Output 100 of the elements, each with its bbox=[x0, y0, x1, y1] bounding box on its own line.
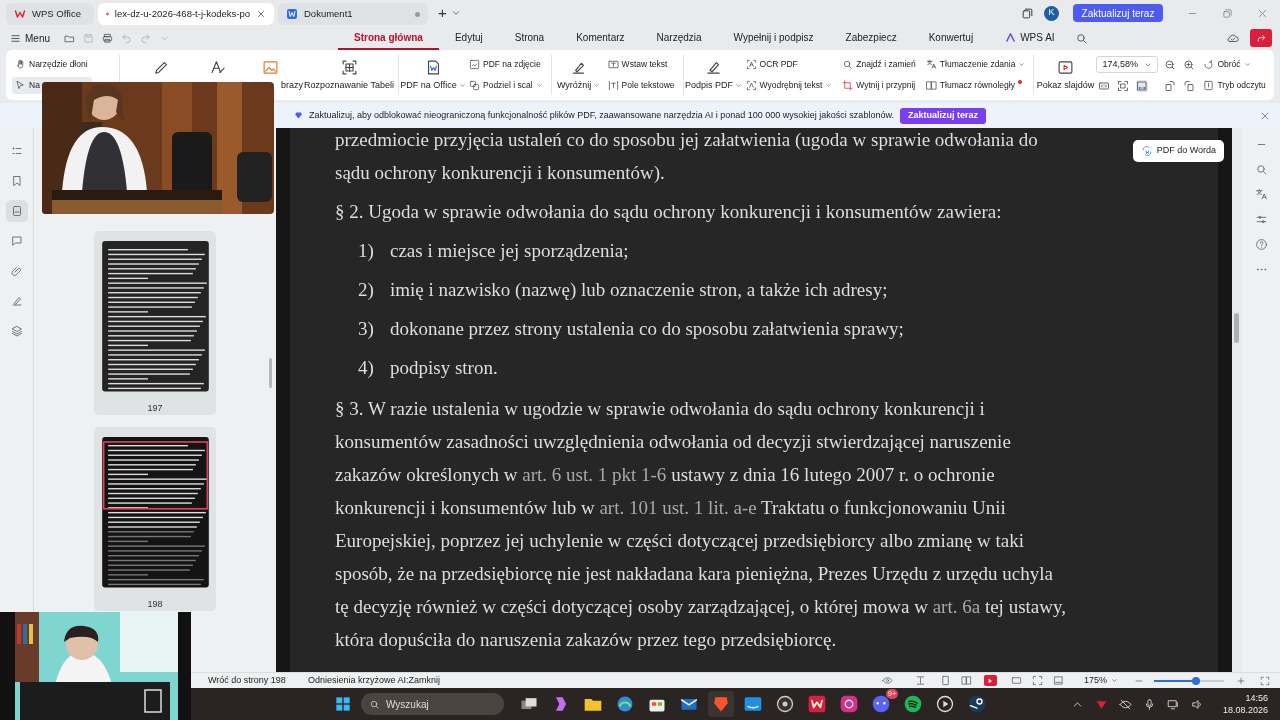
taskbar-search-field[interactable]: Wyszukaj bbox=[361, 693, 504, 715]
scrollbar-thumb[interactable] bbox=[1234, 313, 1239, 343]
close-icon[interactable] bbox=[1257, 7, 1268, 19]
zoom-out-icon[interactable] bbox=[1164, 59, 1177, 71]
ribbon-tab[interactable]: Konwertuj bbox=[912, 26, 990, 50]
ribbon-button[interactable]: Tryb odczytu bbox=[1200, 77, 1269, 94]
document-tab[interactable]: WPS Office bbox=[6, 3, 94, 25]
ribbon-button[interactable]: PDF na Office bbox=[402, 52, 464, 98]
cross-reference-link[interactable]: Odniesienia krzyżowe AI:Zamknij bbox=[307, 673, 440, 688]
menu-button[interactable]: Menu bbox=[10, 30, 50, 46]
music-app-icon[interactable] bbox=[903, 694, 923, 714]
sliders-icon[interactable] bbox=[1254, 213, 1268, 226]
upgrade-button[interactable]: Zaktualizuj teraz bbox=[1073, 4, 1163, 22]
thumbnail-card[interactable]: 198 bbox=[94, 427, 216, 611]
fit-page-icon[interactable] bbox=[1117, 79, 1130, 92]
zoom-in-icon[interactable] bbox=[1183, 59, 1196, 71]
ribbon-tab[interactable]: Narzędzia bbox=[640, 26, 718, 50]
fit-width-icon[interactable] bbox=[1136, 79, 1149, 92]
recorder-icon[interactable] bbox=[775, 694, 795, 714]
link[interactable]: art. 6a bbox=[932, 596, 981, 617]
hidden-eye-icon[interactable] bbox=[1118, 697, 1132, 711]
thumbnail-card[interactable]: 197 bbox=[94, 231, 216, 415]
start-icon[interactable] bbox=[335, 696, 351, 712]
ribbon-tab[interactable]: WPS AI bbox=[989, 26, 1071, 50]
window-stack-icon[interactable] bbox=[1021, 6, 1034, 20]
share-button[interactable] bbox=[1250, 29, 1272, 47]
ribbon-button[interactable]: Rozpoznawanie Tabeli bbox=[303, 52, 395, 98]
clock-time[interactable]: 14:56 bbox=[1245, 692, 1268, 704]
link[interactable]: art. 101 ust. 1 lit. a-e bbox=[599, 497, 757, 518]
browser-wave-icon[interactable] bbox=[615, 694, 635, 714]
fit-height-icon[interactable] bbox=[914, 675, 926, 686]
clock-date[interactable]: 18.08.2026 bbox=[1222, 704, 1268, 716]
play-circle-icon[interactable] bbox=[935, 694, 955, 714]
network-icon[interactable] bbox=[1166, 697, 1180, 711]
help-icon[interactable] bbox=[1254, 238, 1268, 251]
ribbon-button[interactable]: Wyodrębnij tekst bbox=[742, 77, 836, 94]
ribbon-button[interactable]: Wstaw tekst bbox=[604, 56, 678, 73]
caret-icon[interactable] bbox=[450, 8, 461, 18]
fullscreen-icon[interactable] bbox=[1260, 675, 1270, 686]
actual-size-icon[interactable] bbox=[1098, 79, 1111, 92]
play-button[interactable] bbox=[983, 675, 997, 686]
ribbon-button[interactable]: Pole tekstowe bbox=[604, 77, 678, 94]
close-icon[interactable] bbox=[256, 9, 266, 19]
search-icon[interactable] bbox=[1074, 31, 1088, 45]
upgrade-button[interactable]: Zaktualizuj teraz bbox=[899, 107, 986, 124]
ribbon-button[interactable]: Podpis PDF bbox=[686, 52, 741, 98]
ribbon-button[interactable]: Podziel i scal bbox=[466, 77, 546, 94]
chat-controller-icon[interactable] bbox=[871, 694, 891, 714]
search-icon[interactable] bbox=[1254, 163, 1268, 176]
back-to-page-link[interactable]: Wróć do strony 198 bbox=[208, 673, 286, 688]
zoom-field[interactable]: 174,58% bbox=[1096, 56, 1159, 73]
ribbon-button[interactable]: PDF na zdjęcie bbox=[466, 56, 546, 73]
lion-shield-icon[interactable] bbox=[711, 694, 731, 714]
viewport-frame[interactable] bbox=[102, 441, 208, 510]
two-page-icon[interactable] bbox=[960, 675, 972, 686]
ribbon-tab[interactable]: Zabezpiecz bbox=[829, 26, 913, 50]
video-app-icon[interactable] bbox=[743, 694, 763, 714]
ribbon-button[interactable]: Znajdź i zamień bbox=[839, 56, 919, 73]
text-style-icon[interactable] bbox=[209, 59, 227, 76]
document-tab[interactable]: lex-dz-u-2026-468-t-j-kodeks-po bbox=[98, 3, 274, 25]
rotate-left-icon[interactable] bbox=[1183, 80, 1196, 92]
ribbon-button[interactable]: OCR PDF bbox=[742, 56, 836, 73]
ribbon-button[interactable]: Wytnij i przypnij bbox=[839, 77, 919, 94]
fit-width-icon[interactable] bbox=[1052, 675, 1064, 686]
image-icon[interactable] bbox=[261, 59, 279, 76]
close-icon[interactable] bbox=[1260, 111, 1270, 121]
single-page-icon[interactable] bbox=[939, 675, 951, 686]
ribbon-button[interactable]: Tłumacz równoległy bbox=[922, 77, 1029, 94]
user-avatar[interactable]: K bbox=[1044, 5, 1059, 21]
ribbon-tab[interactable]: Komentarz bbox=[560, 26, 641, 50]
translate-icon[interactable] bbox=[1254, 188, 1268, 201]
zoom-in-icon[interactable] bbox=[1236, 675, 1246, 686]
fit-page-icon[interactable] bbox=[1031, 675, 1043, 686]
print-icon[interactable] bbox=[102, 32, 113, 44]
zoom-slider[interactable] bbox=[1154, 679, 1224, 682]
speaker-icon[interactable] bbox=[1190, 697, 1204, 711]
slider-thumb[interactable] bbox=[1192, 676, 1200, 685]
game-store-icon[interactable] bbox=[967, 694, 987, 714]
ribbon-button[interactable]: brazy bbox=[281, 80, 303, 91]
pencil-icon[interactable] bbox=[152, 59, 170, 76]
ribbon-button[interactable]: Narzędzie dłoni bbox=[12, 56, 114, 73]
sidebar-tab[interactable] bbox=[5, 200, 28, 222]
ribbon-button[interactable]: Pokaz slajdów bbox=[1037, 52, 1094, 98]
link[interactable]: art. 6 ust. 1 pkt 1-6 bbox=[522, 464, 667, 485]
rotate-right-icon[interactable] bbox=[1164, 80, 1177, 92]
ribbon-button[interactable]: Wyróżnij bbox=[554, 52, 603, 98]
ribbon-tab[interactable]: Edytuj bbox=[438, 26, 499, 50]
ribbon-tab[interactable]: Strona bbox=[498, 26, 561, 50]
actual-size-icon[interactable] bbox=[1010, 675, 1022, 686]
ribbon-button[interactable]: Tłumaczenie zdania bbox=[922, 56, 1029, 73]
pdf-to-word-button[interactable]: PDF do Worda bbox=[1132, 140, 1224, 162]
new-tab-button[interactable]: + bbox=[438, 1, 447, 25]
document-tab[interactable]: Dokument1 bbox=[278, 3, 428, 25]
zoom-selector[interactable]: 175% bbox=[1083, 673, 1118, 688]
eye-icon[interactable] bbox=[881, 675, 893, 686]
ribbon-button[interactable]: Obróć bbox=[1200, 56, 1269, 73]
scrollbar-thumb[interactable] bbox=[269, 358, 272, 388]
office-w-icon[interactable] bbox=[807, 694, 827, 714]
camera-app-icon[interactable] bbox=[839, 694, 859, 714]
ribbon-tab[interactable]: Wypełnij i podpisz bbox=[717, 26, 830, 50]
